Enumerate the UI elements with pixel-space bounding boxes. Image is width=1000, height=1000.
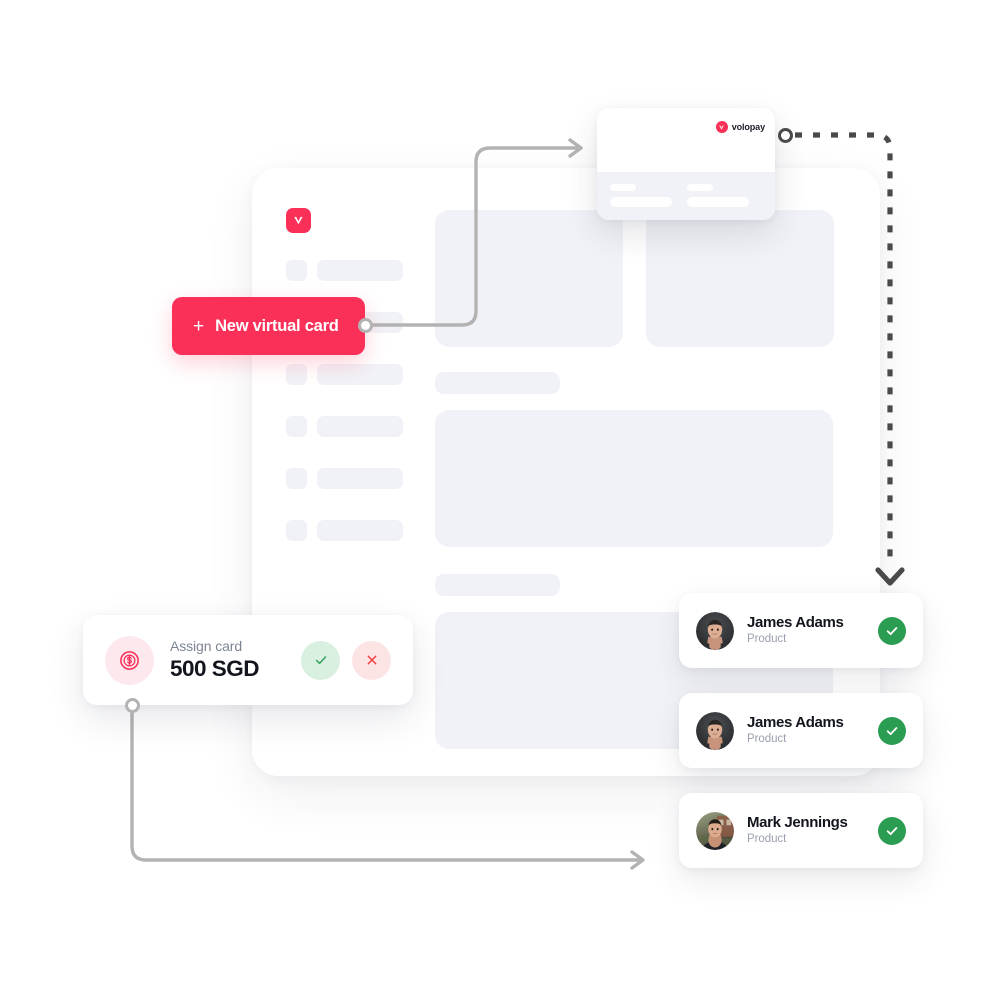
virtual-card-brand-name: volopay (731, 122, 765, 132)
assign-card-actions (301, 640, 391, 680)
check-icon (315, 656, 326, 665)
check-circle-icon (878, 616, 906, 645)
check-circle-icon (878, 816, 906, 845)
sidebar-row-label (317, 364, 403, 385)
sidebar-row-label (317, 520, 403, 541)
person-name: James Adams (747, 613, 844, 631)
person-card[interactable]: James Adams Product (679, 693, 923, 768)
sidebar-row-label (317, 260, 403, 281)
virtual-card-placeholder-line (687, 184, 713, 191)
new-virtual-card-button[interactable]: + New virtual card (172, 297, 365, 355)
assign-card-popup[interactable]: Assign card 500 SGD (83, 615, 413, 705)
person-info: James Adams Product (747, 614, 865, 648)
dollar-coin-icon (105, 635, 154, 685)
approval-flow-start-node (778, 128, 793, 143)
person-name: Mark Jennings (747, 813, 848, 831)
avatar-james-adams (696, 711, 734, 750)
avatar-james-adams (696, 611, 734, 650)
person-info: James Adams Product (747, 714, 865, 748)
sidebar-row-label (317, 416, 403, 437)
close-icon (367, 655, 376, 665)
person-role: Product (747, 833, 787, 846)
person-info: Mark Jennings Product (747, 814, 865, 848)
virtual-card-placeholder-line (610, 184, 636, 191)
content-heading-block (435, 372, 560, 394)
new-virtual-card-label: New virtual card (215, 316, 339, 335)
check-circle-icon (878, 716, 906, 745)
sidebar-row-icon (286, 260, 307, 281)
plus-icon: + (193, 315, 205, 337)
content-block (435, 210, 623, 347)
content-block (435, 410, 833, 547)
virtual-card-brand: volopay (715, 121, 765, 133)
scene-root: volopay + New virtual card Assign card 5… (0, 0, 1000, 1000)
content-heading-block (435, 574, 560, 596)
assign-flow-start-node (125, 698, 140, 713)
person-card[interactable]: James Adams Product (679, 593, 923, 668)
person-role: Product (747, 633, 787, 646)
virtual-card-placeholder-line (610, 197, 672, 207)
volopay-v-mark-icon (715, 121, 728, 133)
person-name: James Adams (747, 713, 844, 731)
assign-card-amount: 500 SGD (170, 656, 260, 681)
person-role: Product (747, 733, 787, 746)
assign-card-accept-button[interactable] (301, 640, 340, 680)
volopay-v-mark-icon (286, 208, 311, 233)
content-block (646, 210, 834, 347)
assign-card-reject-button[interactable] (352, 640, 391, 680)
sidebar-row-icon (286, 364, 307, 385)
virtual-card-detail-strip (597, 172, 775, 220)
avatar-mark-jennings (696, 811, 734, 850)
person-card[interactable]: Mark Jennings Product (679, 793, 923, 868)
sidebar-row-label (317, 468, 403, 489)
virtual-card[interactable]: volopay (597, 108, 775, 220)
sidebar-row-icon (286, 520, 307, 541)
card-flow-start-node (358, 318, 373, 333)
sidebar-row-icon (286, 468, 307, 489)
assign-card-title: Assign card (170, 638, 243, 654)
sidebar-row-icon (286, 416, 307, 437)
virtual-card-placeholder-line (687, 197, 749, 207)
assign-card-text: Assign card 500 SGD (170, 638, 285, 682)
